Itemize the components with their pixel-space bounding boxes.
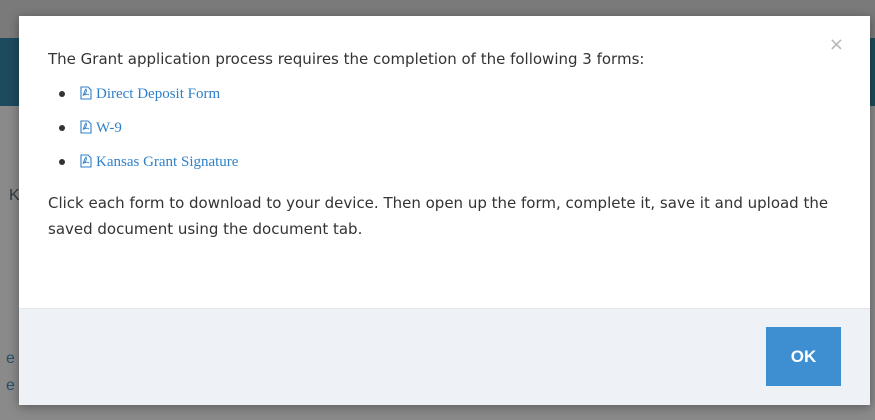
bullet xyxy=(59,91,65,97)
ok-button[interactable]: OK xyxy=(766,327,841,386)
kansas-grant-signature-link[interactable]: Kansas Grant Signature xyxy=(96,154,238,171)
modal-footer: OK xyxy=(19,308,870,405)
intro-text: The Grant application process requires t… xyxy=(48,50,645,68)
pdf-icon xyxy=(79,153,93,172)
background-link-fragment: e xyxy=(6,350,15,367)
list-item: Kansas Grant Signature xyxy=(59,145,238,179)
forms-list: Direct Deposit Form W-9 Kansas Grant Sig… xyxy=(59,77,238,179)
forms-modal: × The Grant application process requires… xyxy=(19,16,870,405)
pdf-icon xyxy=(79,119,93,138)
pdf-icon xyxy=(79,85,93,104)
list-item: Direct Deposit Form xyxy=(59,77,238,111)
direct-deposit-form-link[interactable]: Direct Deposit Form xyxy=(96,86,220,103)
bullet xyxy=(59,125,65,131)
close-icon[interactable]: × xyxy=(829,36,844,54)
instructions-text: Click each form to download to your devi… xyxy=(48,194,829,238)
modal-body: × The Grant application process requires… xyxy=(19,16,870,308)
list-item: W-9 xyxy=(59,111,238,145)
w9-form-link[interactable]: W-9 xyxy=(96,120,122,137)
background-link-fragment: e xyxy=(6,377,15,394)
bullet xyxy=(59,159,65,165)
